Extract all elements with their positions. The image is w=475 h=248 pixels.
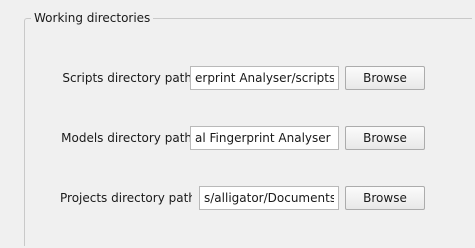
models-directory-label: Models directory path [61,131,192,145]
projects-browse-button[interactable]: Browse [345,186,425,210]
scripts-browse-button[interactable]: Browse [345,66,425,90]
projects-directory-label: Projects directory path [60,191,192,205]
scripts-directory-input[interactable] [190,66,339,90]
models-browse-button[interactable]: Browse [345,126,425,150]
groupbox-title: Working directories [31,10,154,26]
scripts-row-label-wrap: Scripts directory path [60,66,192,90]
projects-row-label-wrap: Projects directory path [60,186,192,210]
models-row-label-wrap: Models directory path [60,126,192,150]
models-directory-input[interactable] [190,126,339,150]
projects-directory-input[interactable] [199,186,339,210]
scripts-directory-label: Scripts directory path [62,71,192,85]
